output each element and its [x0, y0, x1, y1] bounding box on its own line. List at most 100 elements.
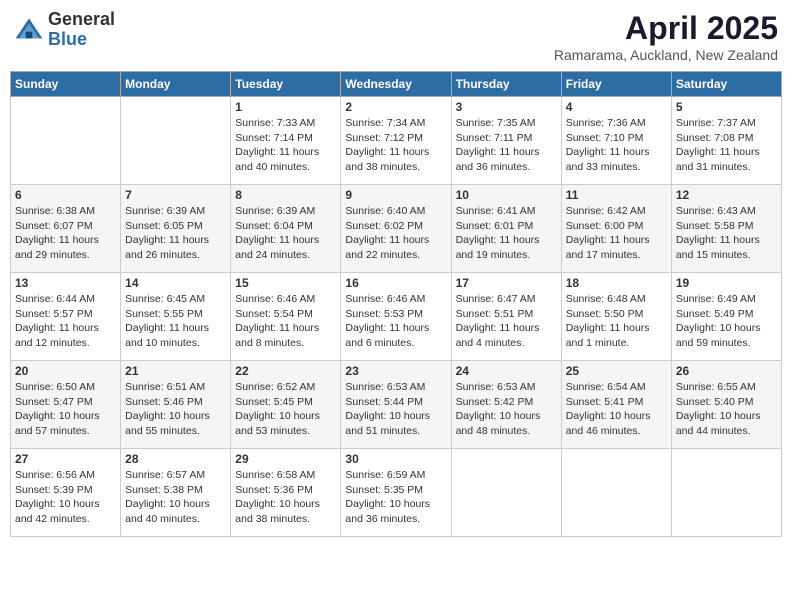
- day-info: Sunrise: 7:35 AMSunset: 7:11 PMDaylight:…: [456, 116, 557, 175]
- day-header-saturday: Saturday: [671, 72, 781, 97]
- day-info: Sunrise: 6:46 AMSunset: 5:53 PMDaylight:…: [345, 292, 446, 351]
- day-number: 27: [15, 452, 116, 466]
- calendar-cell: 17 Sunrise: 6:47 AMSunset: 5:51 PMDayligh…: [451, 273, 561, 361]
- location-subtitle: Ramarama, Auckland, New Zealand: [554, 47, 778, 63]
- calendar-cell: 3 Sunrise: 7:35 AMSunset: 7:11 PMDaylight…: [451, 97, 561, 185]
- calendar-cell: 5Sunrise: 7:37 AMSunset: 7:08 PMDaylight…: [671, 97, 781, 185]
- day-info: Sunrise: 6:57 AMSunset: 5:38 PMDaylight:…: [125, 468, 226, 527]
- calendar-cell: 22Sunrise: 6:52 AMSunset: 5:45 PMDayligh…: [231, 361, 341, 449]
- day-info: Sunrise: 6:58 AMSunset: 5:36 PMDaylight:…: [235, 468, 336, 527]
- day-info: Sunrise: 6:59 AMSunset: 5:35 PMDaylight:…: [345, 468, 446, 527]
- day-info: Sunrise: 6:42 AMSunset: 6:00 PMDaylight:…: [566, 204, 667, 263]
- calendar-cell: 7Sunrise: 6:39 AMSunset: 6:05 PMDaylight…: [121, 185, 231, 273]
- day-info: Sunrise: 6:50 AMSunset: 5:47 PMDaylight:…: [15, 380, 116, 439]
- calendar-cell: 1Sunrise: 7:33 AMSunset: 7:14 PMDaylight…: [231, 97, 341, 185]
- calendar-cell: 27 Sunrise: 6:56 AMSunset: 5:39 PMDayligh…: [11, 449, 121, 537]
- calendar-cell: 10Sunrise: 6:41 AMSunset: 6:01 PMDayligh…: [451, 185, 561, 273]
- logo-text: General Blue: [48, 10, 115, 50]
- day-info: Sunrise: 6:39 AMSunset: 6:05 PMDaylight:…: [125, 204, 226, 263]
- day-number: 29: [235, 452, 336, 466]
- day-header-monday: Monday: [121, 72, 231, 97]
- day-info: Sunrise: 7:37 AMSunset: 7:08 PMDaylight:…: [676, 116, 777, 175]
- day-number: 28: [125, 452, 226, 466]
- calendar-cell: 29 Sunrise: 6:58 AMSunset: 5:36 PMDayligh…: [231, 449, 341, 537]
- calendar-cell: 2Sunrise: 7:34 AMSunset: 7:12 PMDaylight…: [341, 97, 451, 185]
- logo-general: General: [48, 10, 115, 30]
- day-header-tuesday: Tuesday: [231, 72, 341, 97]
- calendar-cell: 14 Sunrise: 6:45 AMSunset: 5:55 PMDayligh…: [121, 273, 231, 361]
- day-info: Sunrise: 6:53 AMSunset: 5:44 PMDaylight:…: [345, 380, 446, 439]
- day-number: 8: [235, 188, 336, 202]
- calendar-week-row: 6 Sunrise: 6:38 AMSunset: 6:07 PMDaylight…: [11, 185, 782, 273]
- page-header: General Blue April 2025 Ramarama, Auckla…: [10, 10, 782, 63]
- calendar-cell: 30 Sunrise: 6:59 AMSunset: 5:35 PMDayligh…: [341, 449, 451, 537]
- calendar-week-row: 13Sunrise: 6:44 AMSunset: 5:57 PMDayligh…: [11, 273, 782, 361]
- calendar-cell: 16 Sunrise: 6:46 AMSunset: 5:53 PMDayligh…: [341, 273, 451, 361]
- day-number: 12: [676, 188, 777, 202]
- day-number: 25: [566, 364, 667, 378]
- calendar-cell: 24 Sunrise: 6:53 AMSunset: 5:42 PMDayligh…: [451, 361, 561, 449]
- day-info: Sunrise: 6:39 AMSunset: 6:04 PMDaylight:…: [235, 204, 336, 263]
- day-info: Sunrise: 6:51 AMSunset: 5:46 PMDaylight:…: [125, 380, 226, 439]
- day-number: 6: [15, 188, 116, 202]
- calendar-cell: 26Sunrise: 6:55 AMSunset: 5:40 PMDayligh…: [671, 361, 781, 449]
- calendar-header-row: SundayMondayTuesdayWednesdayThursdayFrid…: [11, 72, 782, 97]
- logo-icon: [14, 15, 44, 45]
- day-info: Sunrise: 6:54 AMSunset: 5:41 PMDaylight:…: [566, 380, 667, 439]
- day-info: Sunrise: 6:55 AMSunset: 5:40 PMDaylight:…: [676, 380, 777, 439]
- calendar-week-row: 20 Sunrise: 6:50 AMSunset: 5:47 PMDayligh…: [11, 361, 782, 449]
- calendar-cell: 11Sunrise: 6:42 AMSunset: 6:00 PMDayligh…: [561, 185, 671, 273]
- day-info: Sunrise: 6:38 AMSunset: 6:07 PMDaylight:…: [15, 204, 116, 263]
- day-number: 22: [235, 364, 336, 378]
- day-info: Sunrise: 6:53 AMSunset: 5:42 PMDaylight:…: [456, 380, 557, 439]
- day-number: 9: [345, 188, 446, 202]
- day-number: 3: [456, 100, 557, 114]
- calendar-table: SundayMondayTuesdayWednesdayThursdayFrid…: [10, 71, 782, 537]
- day-info: Sunrise: 6:40 AMSunset: 6:02 PMDaylight:…: [345, 204, 446, 263]
- calendar-cell: 19 Sunrise: 6:49 AMSunset: 5:49 PMDayligh…: [671, 273, 781, 361]
- month-year-title: April 2025: [554, 10, 778, 47]
- day-number: 15: [235, 276, 336, 290]
- calendar-cell: 12 Sunrise: 6:43 AMSunset: 5:58 PMDayligh…: [671, 185, 781, 273]
- day-header-sunday: Sunday: [11, 72, 121, 97]
- calendar-cell: [671, 449, 781, 537]
- calendar-cell: 4 Sunrise: 7:36 AMSunset: 7:10 PMDaylight…: [561, 97, 671, 185]
- day-number: 13: [15, 276, 116, 290]
- day-number: 4: [566, 100, 667, 114]
- day-number: 20: [15, 364, 116, 378]
- title-block: April 2025 Ramarama, Auckland, New Zeala…: [554, 10, 778, 63]
- day-info: Sunrise: 6:41 AMSunset: 6:01 PMDaylight:…: [456, 204, 557, 263]
- day-number: 17: [456, 276, 557, 290]
- day-number: 2: [345, 100, 446, 114]
- day-info: Sunrise: 6:45 AMSunset: 5:55 PMDaylight:…: [125, 292, 226, 351]
- day-number: 16: [345, 276, 446, 290]
- calendar-week-row: 1Sunrise: 7:33 AMSunset: 7:14 PMDaylight…: [11, 97, 782, 185]
- calendar-cell: [451, 449, 561, 537]
- calendar-cell: 23Sunrise: 6:53 AMSunset: 5:44 PMDayligh…: [341, 361, 451, 449]
- calendar-cell: 13Sunrise: 6:44 AMSunset: 5:57 PMDayligh…: [11, 273, 121, 361]
- day-info: Sunrise: 6:49 AMSunset: 5:49 PMDaylight:…: [676, 292, 777, 351]
- calendar-cell: 28 Sunrise: 6:57 AMSunset: 5:38 PMDayligh…: [121, 449, 231, 537]
- logo: General Blue: [14, 10, 115, 50]
- calendar-cell: [11, 97, 121, 185]
- calendar-cell: 20 Sunrise: 6:50 AMSunset: 5:47 PMDayligh…: [11, 361, 121, 449]
- calendar-cell: [121, 97, 231, 185]
- day-info: Sunrise: 6:43 AMSunset: 5:58 PMDaylight:…: [676, 204, 777, 263]
- day-info: Sunrise: 6:46 AMSunset: 5:54 PMDaylight:…: [235, 292, 336, 351]
- calendar-cell: 6 Sunrise: 6:38 AMSunset: 6:07 PMDaylight…: [11, 185, 121, 273]
- day-number: 30: [345, 452, 446, 466]
- day-number: 21: [125, 364, 226, 378]
- calendar-week-row: 27 Sunrise: 6:56 AMSunset: 5:39 PMDayligh…: [11, 449, 782, 537]
- calendar-cell: 25 Sunrise: 6:54 AMSunset: 5:41 PMDayligh…: [561, 361, 671, 449]
- day-number: 1: [235, 100, 336, 114]
- day-info: Sunrise: 6:56 AMSunset: 5:39 PMDaylight:…: [15, 468, 116, 527]
- calendar-cell: [561, 449, 671, 537]
- day-info: Sunrise: 6:47 AMSunset: 5:51 PMDaylight:…: [456, 292, 557, 351]
- day-number: 24: [456, 364, 557, 378]
- day-number: 14: [125, 276, 226, 290]
- logo-blue: Blue: [48, 30, 115, 50]
- day-info: Sunrise: 7:36 AMSunset: 7:10 PMDaylight:…: [566, 116, 667, 175]
- day-number: 19: [676, 276, 777, 290]
- calendar-cell: 8 Sunrise: 6:39 AMSunset: 6:04 PMDaylight…: [231, 185, 341, 273]
- calendar-cell: 18Sunrise: 6:48 AMSunset: 5:50 PMDayligh…: [561, 273, 671, 361]
